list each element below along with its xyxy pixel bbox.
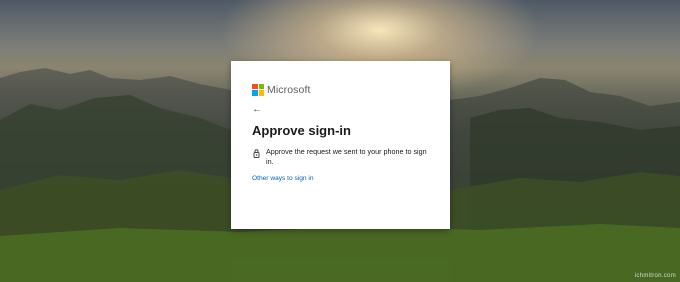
phone-lock-icon [253,149,260,158]
other-ways-link[interactable]: Other ways to sign in [252,175,314,182]
arrow-left-icon: ← [252,104,262,115]
message-text: Approve the request we sent to your phon… [266,147,427,166]
watermark: ichmitron.com [634,273,676,279]
back-button[interactable]: ← [252,105,264,115]
brand-name: Microsoft [267,83,311,96]
microsoft-logo-icon [252,83,264,96]
brand-header: Microsoft [252,83,430,96]
page-title: Approve sign-in [252,123,351,138]
approval-message: Approve the request we sent to your phon… [252,147,430,166]
sign-in-dialog: Microsoft ← Approve sign-in Approve the … [231,61,450,229]
